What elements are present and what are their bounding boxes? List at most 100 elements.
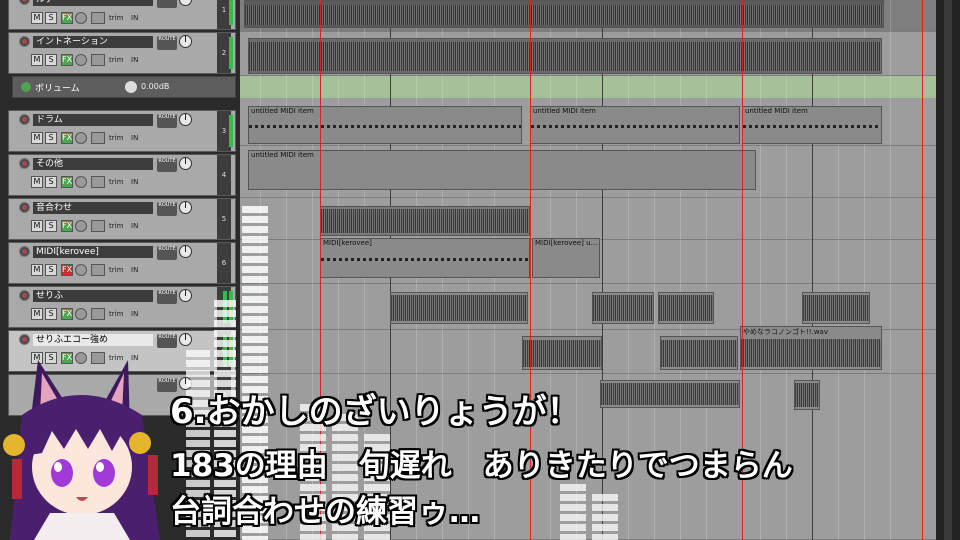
volume-knob[interactable]: [179, 35, 192, 48]
mute-button[interactable]: M: [31, 132, 43, 144]
mute-button[interactable]: M: [31, 220, 43, 232]
track-5[interactable]: 音合わせ ROUTE M S FX trim IN 5: [8, 198, 236, 240]
track-name[interactable]: せりふエコー強め: [33, 334, 153, 346]
volume-envelope-lane[interactable]: [240, 76, 936, 98]
input-label[interactable]: IN: [131, 352, 138, 364]
solo-button[interactable]: S: [45, 264, 57, 276]
mute-button[interactable]: M: [31, 308, 43, 320]
envelope-icon[interactable]: [91, 132, 105, 144]
trim-label[interactable]: trim: [109, 220, 123, 232]
vertical-scrollbar[interactable]: [936, 0, 960, 540]
route-button[interactable]: ROUTE: [157, 114, 177, 128]
record-arm-button[interactable]: [19, 202, 30, 213]
phase-icon[interactable]: [75, 54, 87, 66]
volume-knob[interactable]: [179, 157, 192, 170]
record-arm-button[interactable]: [19, 36, 30, 47]
route-button[interactable]: ROUTE: [157, 202, 177, 216]
solo-button[interactable]: S: [45, 308, 57, 320]
input-label[interactable]: IN: [131, 308, 138, 320]
trim-label[interactable]: trim: [109, 132, 123, 144]
route-button[interactable]: ROUTE: [157, 36, 177, 50]
phase-icon[interactable]: [75, 220, 87, 232]
trim-label[interactable]: trim: [109, 264, 123, 276]
audio-item[interactable]: [390, 292, 528, 324]
envelope-icon[interactable]: [91, 176, 105, 188]
solo-button[interactable]: S: [45, 352, 57, 364]
fx-button[interactable]: FX: [61, 176, 73, 188]
audio-item[interactable]: [592, 292, 654, 324]
fx-button[interactable]: FX: [61, 54, 73, 66]
track-4[interactable]: その他 ROUTE M S FX trim IN 4: [8, 154, 236, 196]
track-2[interactable]: イントネーション ROUTE M S FX trim IN 2: [8, 32, 236, 74]
track-name[interactable]: その他: [33, 158, 153, 170]
input-label[interactable]: IN: [131, 220, 138, 232]
marker-line[interactable]: [530, 0, 531, 540]
input-label[interactable]: IN: [131, 176, 138, 188]
midi-item[interactable]: MIDI[kerovee]: [320, 238, 530, 278]
volume-envelope-knob[interactable]: [125, 81, 137, 93]
trim-label[interactable]: trim: [109, 176, 123, 188]
audio-item[interactable]: [320, 206, 530, 236]
solo-button[interactable]: S: [45, 12, 57, 24]
marker-line[interactable]: [922, 0, 923, 540]
trim-label[interactable]: trim: [109, 352, 123, 364]
track-6[interactable]: MIDI[kerovee] ROUTE M S FX trim IN 6: [8, 242, 236, 284]
track-7[interactable]: せりふ ROUTE M S FX trim IN 7: [8, 286, 236, 328]
audio-item[interactable]: やめなラコノンゴト!!.wav: [740, 326, 882, 370]
record-arm-button[interactable]: [19, 290, 30, 301]
mute-button[interactable]: M: [31, 264, 43, 276]
volume-knob[interactable]: [179, 245, 192, 258]
route-button[interactable]: ROUTE: [157, 290, 177, 304]
volume-knob[interactable]: [179, 289, 192, 302]
input-label[interactable]: IN: [131, 264, 138, 276]
mute-button[interactable]: M: [31, 54, 43, 66]
trim-label[interactable]: trim: [109, 54, 123, 66]
marker-line[interactable]: [320, 0, 321, 540]
fx-button[interactable]: FX: [61, 264, 73, 276]
phase-icon[interactable]: [75, 352, 87, 364]
trim-label[interactable]: trim: [109, 308, 123, 320]
midi-item[interactable]: untitled MIDI item: [248, 150, 756, 190]
mute-button[interactable]: M: [31, 12, 43, 24]
marker-line[interactable]: [742, 0, 743, 540]
track-name[interactable]: ルナ: [33, 0, 153, 6]
audio-item[interactable]: [248, 38, 882, 74]
record-arm-button[interactable]: [19, 114, 30, 125]
record-arm-button[interactable]: [19, 158, 30, 169]
midi-item[interactable]: untitled MIDI item: [530, 106, 740, 144]
mute-button[interactable]: M: [31, 176, 43, 188]
arrange-view[interactable]: untitled MIDI item untitled MIDI item un…: [240, 0, 936, 540]
audio-item[interactable]: [794, 380, 820, 410]
audio-item[interactable]: [244, 0, 884, 28]
track-name[interactable]: 音合わせ: [33, 202, 153, 214]
midi-item[interactable]: untitled MIDI item: [742, 106, 882, 144]
midi-item[interactable]: MIDI[kerovee] u...: [532, 238, 600, 278]
mute-button[interactable]: M: [31, 352, 43, 364]
input-label[interactable]: IN: [131, 54, 138, 66]
record-arm-button[interactable]: [19, 246, 30, 257]
trim-label[interactable]: trim: [109, 12, 123, 24]
input-label[interactable]: IN: [131, 12, 138, 24]
record-arm-button[interactable]: [19, 334, 30, 345]
fx-button[interactable]: FX: [61, 352, 73, 364]
solo-button[interactable]: S: [45, 132, 57, 144]
envelope-icon[interactable]: [91, 54, 105, 66]
solo-button[interactable]: S: [45, 176, 57, 188]
track-name[interactable]: MIDI[kerovee]: [33, 246, 153, 258]
fx-button[interactable]: FX: [61, 12, 73, 24]
volume-knob[interactable]: [179, 201, 192, 214]
phase-icon[interactable]: [75, 308, 87, 320]
envelope-icon[interactable]: [91, 12, 105, 24]
phase-icon[interactable]: [75, 176, 87, 188]
audio-item[interactable]: [660, 336, 738, 370]
audio-item[interactable]: [522, 336, 602, 370]
track-8[interactable]: せりふエコー強め ROUTE M S FX trim IN 8: [8, 330, 236, 372]
envelope-icon[interactable]: [91, 220, 105, 232]
volume-knob[interactable]: [179, 377, 192, 390]
envelope-icon[interactable]: [91, 352, 105, 364]
volume-envelope-row[interactable]: ボリューム 0.00dB: [12, 76, 236, 98]
fx-button[interactable]: FX: [61, 132, 73, 144]
track-name[interactable]: ドラム: [33, 114, 153, 126]
track-9[interactable]: ROUTE 9: [8, 374, 236, 416]
phase-icon[interactable]: [75, 132, 87, 144]
